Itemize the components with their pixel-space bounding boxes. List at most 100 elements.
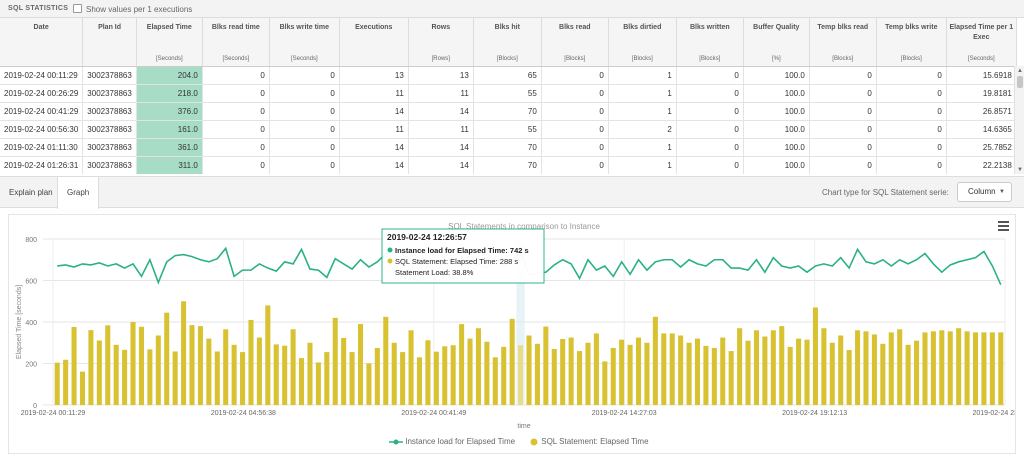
- bar: [661, 333, 667, 405]
- sql-statistics-grid: Date Plan Id Elapsed Time [Seconds] Blks rea…: [0, 18, 1024, 174]
- table-cell: 22.2138: [946, 156, 1017, 174]
- column-unit-label: [Blocks]: [496, 55, 518, 62]
- table-row[interactable]: 2019-02-24 00:11:29 3002378863 204.0 0 0 13 13…: [0, 66, 1017, 85]
- column-header-label: Blks read: [559, 24, 591, 31]
- bar: [897, 329, 903, 405]
- table-cell: 14: [408, 156, 474, 174]
- table-row[interactable]: 2019-02-24 00:41:29 3002378863 376.0 0 0 14 14…: [0, 102, 1017, 121]
- bar: [619, 339, 625, 405]
- column-header-label: Blks write time: [279, 24, 329, 31]
- bar: [71, 326, 77, 405]
- bar: [560, 339, 566, 405]
- table-cell: 14: [339, 102, 409, 121]
- bar: [408, 330, 414, 405]
- scroll-down-icon[interactable]: ▼: [1017, 167, 1023, 173]
- tooltip-title: 2019-02-24 12:26:57: [387, 232, 467, 242]
- tab-explain-plan[interactable]: Explain plan: [0, 177, 62, 208]
- bar: [998, 332, 1004, 405]
- x-tick-label: 2019-02-24 23:57:25: [973, 410, 1016, 417]
- column-header-label: Rows: [431, 24, 451, 31]
- chart-menu-icon[interactable]: [998, 221, 1009, 231]
- column-header[interactable]: Executions: [339, 18, 409, 67]
- table-cell: 13: [339, 66, 409, 85]
- scroll-up-icon[interactable]: ▲: [1017, 68, 1023, 74]
- scroll-thumb[interactable]: [1017, 76, 1023, 88]
- column-unit-label: [Blocks]: [832, 55, 854, 62]
- bar: [694, 338, 701, 405]
- bar: [197, 326, 203, 405]
- column-header-label: Temp blks read: [817, 24, 869, 31]
- table-cell: 14: [408, 138, 474, 157]
- table-cell: 70: [473, 138, 542, 157]
- column-header[interactable]: Elapsed Time per 1 Exec [Seconds]: [946, 18, 1017, 67]
- table-cell: 0: [202, 66, 270, 85]
- table-cell: 1: [608, 102, 677, 121]
- table-row[interactable]: 2019-02-24 00:56:30 3002378863 161.0 0 0 11 11…: [0, 120, 1017, 139]
- table-cell: 2019-02-24 00:11:29: [0, 66, 84, 85]
- y-tick-label: 0: [33, 403, 37, 410]
- table-cell: 0: [876, 156, 947, 174]
- column-header[interactable]: Blks read [Blocks]: [541, 18, 609, 67]
- column-header[interactable]: Blks dirtied [Blocks]: [608, 18, 677, 67]
- legend-item-sql-statement[interactable]: SQL Statement: Elapsed Time: [529, 437, 649, 446]
- table-cell: 0: [269, 102, 340, 121]
- column-header-label: Temp blks write: [885, 24, 938, 31]
- column-header[interactable]: Blks written [Blocks]: [676, 18, 744, 67]
- column-header[interactable]: Rows [Rows]: [408, 18, 474, 67]
- table-row[interactable]: 2019-02-24 01:11:30 3002378863 361.0 0 0 14 14…: [0, 138, 1017, 157]
- table-cell: 0: [269, 138, 340, 157]
- bar: [610, 347, 616, 405]
- bar: [914, 340, 920, 405]
- show-values-per-exec-checkbox[interactable]: [73, 4, 82, 13]
- bar: [602, 361, 608, 405]
- bar: [265, 305, 271, 405]
- column-header[interactable]: Blks hit [Blocks]: [473, 18, 542, 67]
- chart-type-select[interactable]: Column ▼: [957, 182, 1012, 202]
- table-cell: 0: [269, 66, 340, 85]
- bar: [930, 331, 936, 405]
- table-row[interactable]: 2019-02-24 01:26:31 3002378863 311.0 0 0 14 14…: [0, 156, 1017, 174]
- column-unit-label: [Seconds]: [967, 55, 995, 62]
- bar: [307, 342, 313, 405]
- table-cell: 65: [473, 66, 542, 85]
- column-header[interactable]: Date: [0, 18, 84, 67]
- x-tick-label: 2019-02-24 19:12:13: [782, 410, 847, 417]
- bar: [804, 339, 810, 405]
- column-header[interactable]: Temp blks read [Blocks]: [809, 18, 877, 67]
- tooltip-line3: Statement Load: 38.8%: [395, 268, 474, 277]
- column-header[interactable]: Blks read time [Seconds]: [202, 18, 270, 67]
- column-header[interactable]: Temp blks write [Blocks]: [876, 18, 947, 67]
- legend-item-instance-load[interactable]: Instance load for Elapsed Time: [389, 437, 515, 446]
- table-cell: 0: [809, 156, 877, 174]
- table-cell: 1: [608, 156, 677, 174]
- bar: [122, 349, 128, 405]
- bar: [829, 342, 835, 405]
- bar: [172, 351, 178, 405]
- table-cell: 0: [269, 120, 340, 139]
- comparison-chart[interactable]: SQL Statements in comparison to Instance…: [9, 215, 1024, 453]
- column-header[interactable]: Plan Id: [82, 18, 137, 67]
- table-cell: 0: [202, 120, 270, 139]
- bar: [138, 326, 144, 405]
- tab-graph[interactable]: Graph: [57, 177, 100, 209]
- statistics-table: Date Plan Id Elapsed Time [Seconds] Blks rea…: [0, 18, 1017, 174]
- column-header[interactable]: Buffer Quality [%]: [743, 18, 810, 67]
- table-cell: 3002378863: [82, 138, 137, 157]
- bar: [509, 318, 515, 405]
- y-tick-label: 200: [25, 362, 37, 369]
- bar: [627, 344, 633, 405]
- x-axis-label: time: [517, 423, 530, 430]
- table-vertical-scrollbar[interactable]: ▲ ▼: [1014, 66, 1024, 174]
- bar: [703, 345, 709, 405]
- column-unit-label: [Seconds]: [222, 55, 250, 62]
- bar: [635, 337, 642, 405]
- table-cell: 1: [608, 84, 677, 103]
- bar: [256, 337, 262, 405]
- bar: [737, 328, 743, 405]
- bar: [349, 352, 355, 405]
- column-header[interactable]: Elapsed Time [Seconds]: [136, 18, 203, 67]
- column-header[interactable]: Blks write time [Seconds]: [269, 18, 340, 67]
- bar: [400, 352, 406, 405]
- table-cell: 0: [809, 102, 877, 121]
- table-row[interactable]: 2019-02-24 00:26:29 3002378863 218.0 0 0 11 11…: [0, 84, 1017, 103]
